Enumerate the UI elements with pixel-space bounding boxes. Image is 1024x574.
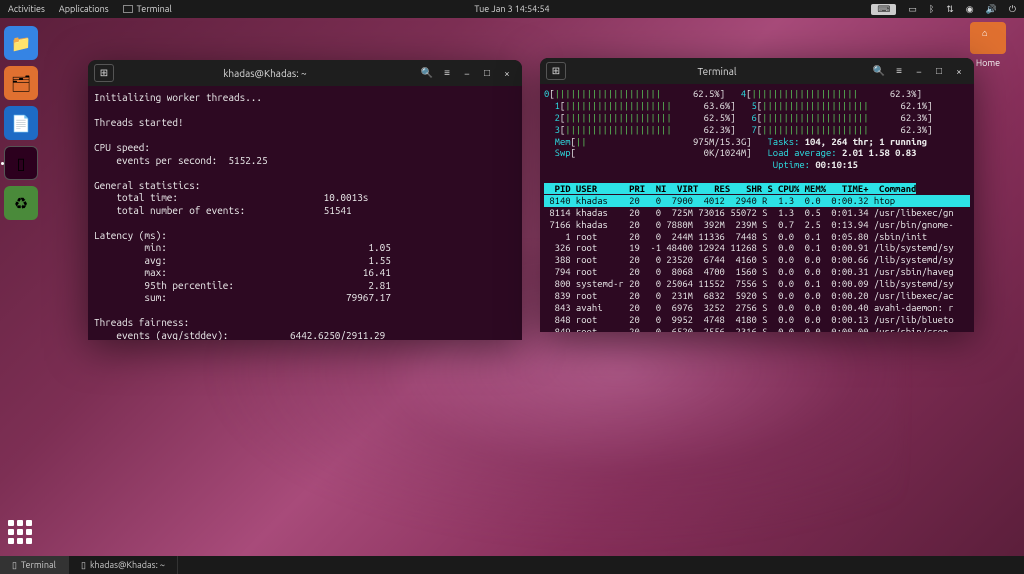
- network-icon[interactable]: ⇅: [946, 4, 954, 15]
- titlebar[interactable]: ⊞ Terminal 🔍 ≡ − □ ×: [540, 58, 974, 84]
- taskbar-item-khadas[interactable]: ▯ khadas@Khadas: ~: [69, 556, 178, 574]
- close-button[interactable]: ×: [498, 64, 516, 82]
- htop-content[interactable]: 0[|||||||||||||||||||| 62.5%] 4[||||||||…: [540, 84, 974, 332]
- new-tab-button[interactable]: ⊞: [94, 64, 114, 82]
- terminal-content[interactable]: Initializing worker threads... Threads s…: [88, 86, 522, 340]
- wifi-icon[interactable]: ◉: [966, 4, 974, 15]
- search-button[interactable]: 🔍: [870, 62, 888, 80]
- htop-row[interactable]: 849 root 20 0 6520 2556 2316 S 0.0 0.0 0…: [544, 326, 970, 333]
- htop-row[interactable]: 800 systemd-r 20 0 25064 11552 7556 S 0.…: [544, 278, 970, 290]
- htop-header: PID USER PRI NI VIRT RES SHR S CPU% MEM%…: [544, 183, 916, 194]
- activities-button[interactable]: Activities: [8, 4, 45, 14]
- folder-icon: [970, 22, 1006, 54]
- htop-row[interactable]: 794 root 20 0 8068 4700 1560 S 0.0 0.0 0…: [544, 266, 970, 278]
- htop-row[interactable]: 326 root 19 -1 48400 12924 11268 S 0.0 0…: [544, 242, 970, 254]
- htop-row[interactable]: 8140 khadas 20 0 7900 4012 2940 R 1.3 0.…: [544, 195, 970, 207]
- htop-row[interactable]: 1 root 20 0 244M 11336 7448 S 0.0 0.1 0:…: [544, 231, 970, 243]
- dock-terminal[interactable]: ▯: [4, 146, 38, 180]
- dock: 📁 🗂 📄 ▯ ♻: [0, 22, 42, 556]
- terminal-window-htop: ⊞ Terminal 🔍 ≡ − □ × 0[|||||||||||||||||…: [540, 58, 974, 332]
- terminal-window-sysbench: ⊞ khadas@Khadas: ~ 🔍 ≡ − □ × Initializin…: [88, 60, 522, 340]
- minimize-button[interactable]: −: [910, 62, 928, 80]
- maximize-button[interactable]: □: [478, 64, 496, 82]
- menu-button[interactable]: ≡: [890, 62, 908, 80]
- show-applications-button[interactable]: [8, 520, 36, 548]
- dock-files[interactable]: 🗂: [4, 66, 38, 100]
- search-button[interactable]: 🔍: [418, 64, 436, 82]
- maximize-button[interactable]: □: [930, 62, 948, 80]
- titlebar[interactable]: ⊞ khadas@Khadas: ~ 🔍 ≡ − □ ×: [88, 60, 522, 86]
- bluetooth-icon[interactable]: ᛒ: [929, 4, 934, 14]
- htop-row[interactable]: 8114 khadas 20 0 725M 73016 55072 S 1.3 …: [544, 207, 970, 219]
- minimize-button[interactable]: −: [458, 64, 476, 82]
- taskbar-item-terminal[interactable]: ▯ Terminal: [0, 556, 69, 574]
- lang-indicator[interactable]: ⌨: [871, 4, 896, 15]
- dock-nautilus[interactable]: 📁: [4, 26, 38, 60]
- keyboard-icon[interactable]: ▭: [908, 4, 917, 15]
- terminal-icon: [123, 5, 133, 13]
- power-icon[interactable]: ⏻: [1009, 4, 1016, 15]
- clock[interactable]: Tue Jan 3 14:54:54: [474, 4, 549, 14]
- menu-button[interactable]: ≡: [438, 64, 456, 82]
- window-title: khadas@Khadas: ~: [114, 68, 416, 79]
- volume-icon[interactable]: 🔊: [986, 4, 997, 15]
- htop-row[interactable]: 7166 khadas 20 0 7880M 392M 239M S 0.7 2…: [544, 219, 970, 231]
- terminal-icon: ▯: [12, 560, 17, 571]
- taskbar: ▯ Terminal ▯ khadas@Khadas: ~: [0, 556, 1024, 574]
- close-button[interactable]: ×: [950, 62, 968, 80]
- new-tab-button[interactable]: ⊞: [546, 62, 566, 80]
- htop-row[interactable]: 848 root 20 0 9952 4748 4180 S 0.0 0.0 0…: [544, 314, 970, 326]
- active-app-indicator[interactable]: Terminal: [123, 4, 172, 14]
- window-title: Terminal: [566, 66, 868, 77]
- applications-button[interactable]: Applications: [59, 4, 109, 14]
- htop-row[interactable]: 388 root 20 0 23520 6744 4160 S 0.0 0.0 …: [544, 254, 970, 266]
- dock-trash[interactable]: ♻: [4, 186, 38, 220]
- top-bar: Activities Applications Terminal Tue Jan…: [0, 0, 1024, 18]
- terminal-icon: ▯: [81, 560, 86, 571]
- htop-row[interactable]: 843 avahi 20 0 6976 3252 2756 S 0.0 0.0 …: [544, 302, 970, 314]
- dock-writer[interactable]: 📄: [4, 106, 38, 140]
- htop-row[interactable]: 839 root 20 0 231M 6832 5920 S 0.0 0.0 0…: [544, 290, 970, 302]
